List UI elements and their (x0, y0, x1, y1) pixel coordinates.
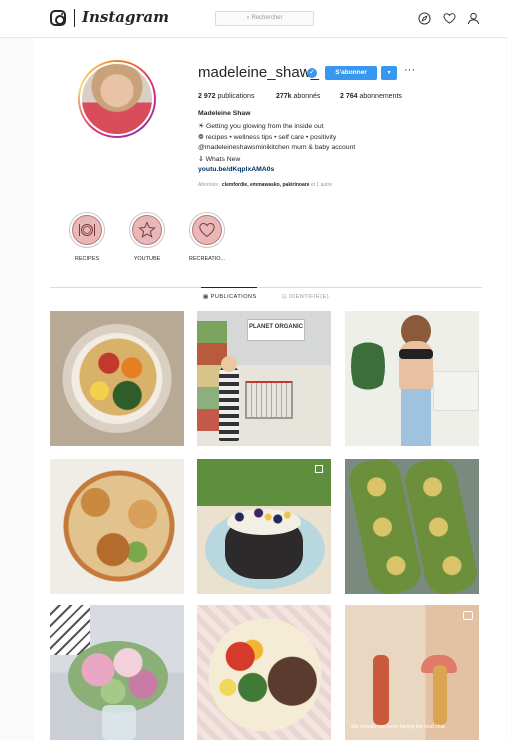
star-icon (138, 221, 156, 238)
publications-count: 2 972 (198, 93, 216, 100)
publications-stat: 2 972 publications (198, 93, 254, 100)
carousel-icon (315, 465, 323, 473)
heart-icon[interactable] (443, 12, 456, 25)
bio-line: ❁ recipes • wellness tips • self care • … (198, 134, 337, 141)
tab-label: PUBLICATIONS (210, 294, 257, 300)
post-pasta-salad[interactable] (50, 311, 184, 446)
avatar[interactable] (80, 62, 154, 136)
follow-button[interactable]: S'abonner (325, 66, 377, 80)
post-avocado-toast[interactable] (345, 459, 479, 594)
following-stat[interactable]: 2 764 abonnements (340, 93, 402, 100)
highlight-recipes[interactable] (69, 212, 105, 248)
post-pancakes[interactable] (197, 459, 331, 594)
highlight-label: RECREATIO... (188, 256, 226, 262)
profile-icon[interactable] (467, 12, 480, 25)
highlight-recreation[interactable] (189, 212, 225, 248)
heart-icon (199, 222, 215, 238)
verified-badge-icon: ✓ (307, 68, 317, 78)
tab-label: IDENTIFIÉ(E) (289, 294, 330, 300)
video-caption: We virtually just been having the best c… (351, 724, 446, 730)
compass-icon[interactable] (418, 12, 431, 25)
bio-link[interactable]: youtu.be/dKqplxAMA0s (198, 166, 274, 173)
post-planet-organic-store[interactable]: PLANET ORGANIC (197, 311, 331, 446)
post-fajita-plate[interactable] (197, 605, 331, 740)
tabs-divider (50, 287, 482, 288)
followed-by-suffix: et 1 autre (310, 182, 332, 188)
bio-line: ⇓ Whats New (198, 156, 241, 163)
followers-count: 277k (276, 93, 292, 100)
suggestions-dropdown-button[interactable]: ▾ (381, 66, 397, 80)
followers-stat[interactable]: 277k abonnés (276, 93, 320, 100)
instagram-wordmark[interactable]: Instagram (82, 8, 169, 26)
highlight-youtube[interactable] (129, 212, 165, 248)
followed-by-names: clemfordie, emmawasko, pakirinoare (221, 182, 310, 188)
logo-divider (74, 9, 75, 27)
following-label: abonnements (359, 93, 402, 100)
grid-icon: ▦ (203, 294, 211, 300)
plate-cutlery-icon (79, 224, 95, 236)
story-ring[interactable] (78, 60, 156, 138)
search-input[interactable]: ⌕ Rechercher (215, 11, 314, 26)
store-sign: PLANET ORGANIC (247, 319, 305, 341)
post-woman-in-jeans[interactable] (345, 311, 479, 446)
igtv-icon (463, 611, 473, 620)
tab-tagged[interactable]: ⊡ IDENTIFIÉ(E) (282, 294, 329, 300)
full-name: Madeleine Shaw (198, 110, 251, 117)
search-placeholder: Rechercher (251, 15, 283, 21)
top-navigation-bar: Instagram ⌕ Rechercher (0, 0, 507, 38)
highlight-label: YOUTUBE (133, 256, 161, 262)
bio-line: ☀ Getting you glowing from the inside ou… (198, 123, 324, 130)
instagram-glyph-icon[interactable] (50, 10, 66, 26)
highlight-label: RECIPES (74, 256, 100, 262)
followers-label: abonnés (293, 93, 321, 100)
bio-line-mention[interactable]: @madeleineshawsminikitchen mum & baby ac… (198, 144, 355, 151)
following-count: 2 764 (340, 93, 358, 100)
tab-publications[interactable]: ▦ PUBLICATIONS (201, 287, 257, 300)
followed-by-prefix: Abonnés : (198, 182, 221, 188)
post-flowers[interactable] (50, 605, 184, 740)
post-tofu-bowl[interactable] (50, 459, 184, 594)
followed-by-text[interactable]: Abonnés : clemfordie, emmawasko, pakirin… (198, 182, 332, 188)
publications-label: publications (217, 93, 255, 100)
post-video[interactable]: We virtually just been having the best c… (345, 605, 479, 740)
username: madeleine_shaw_ (198, 64, 319, 81)
more-options-button[interactable]: ··· (404, 64, 415, 76)
